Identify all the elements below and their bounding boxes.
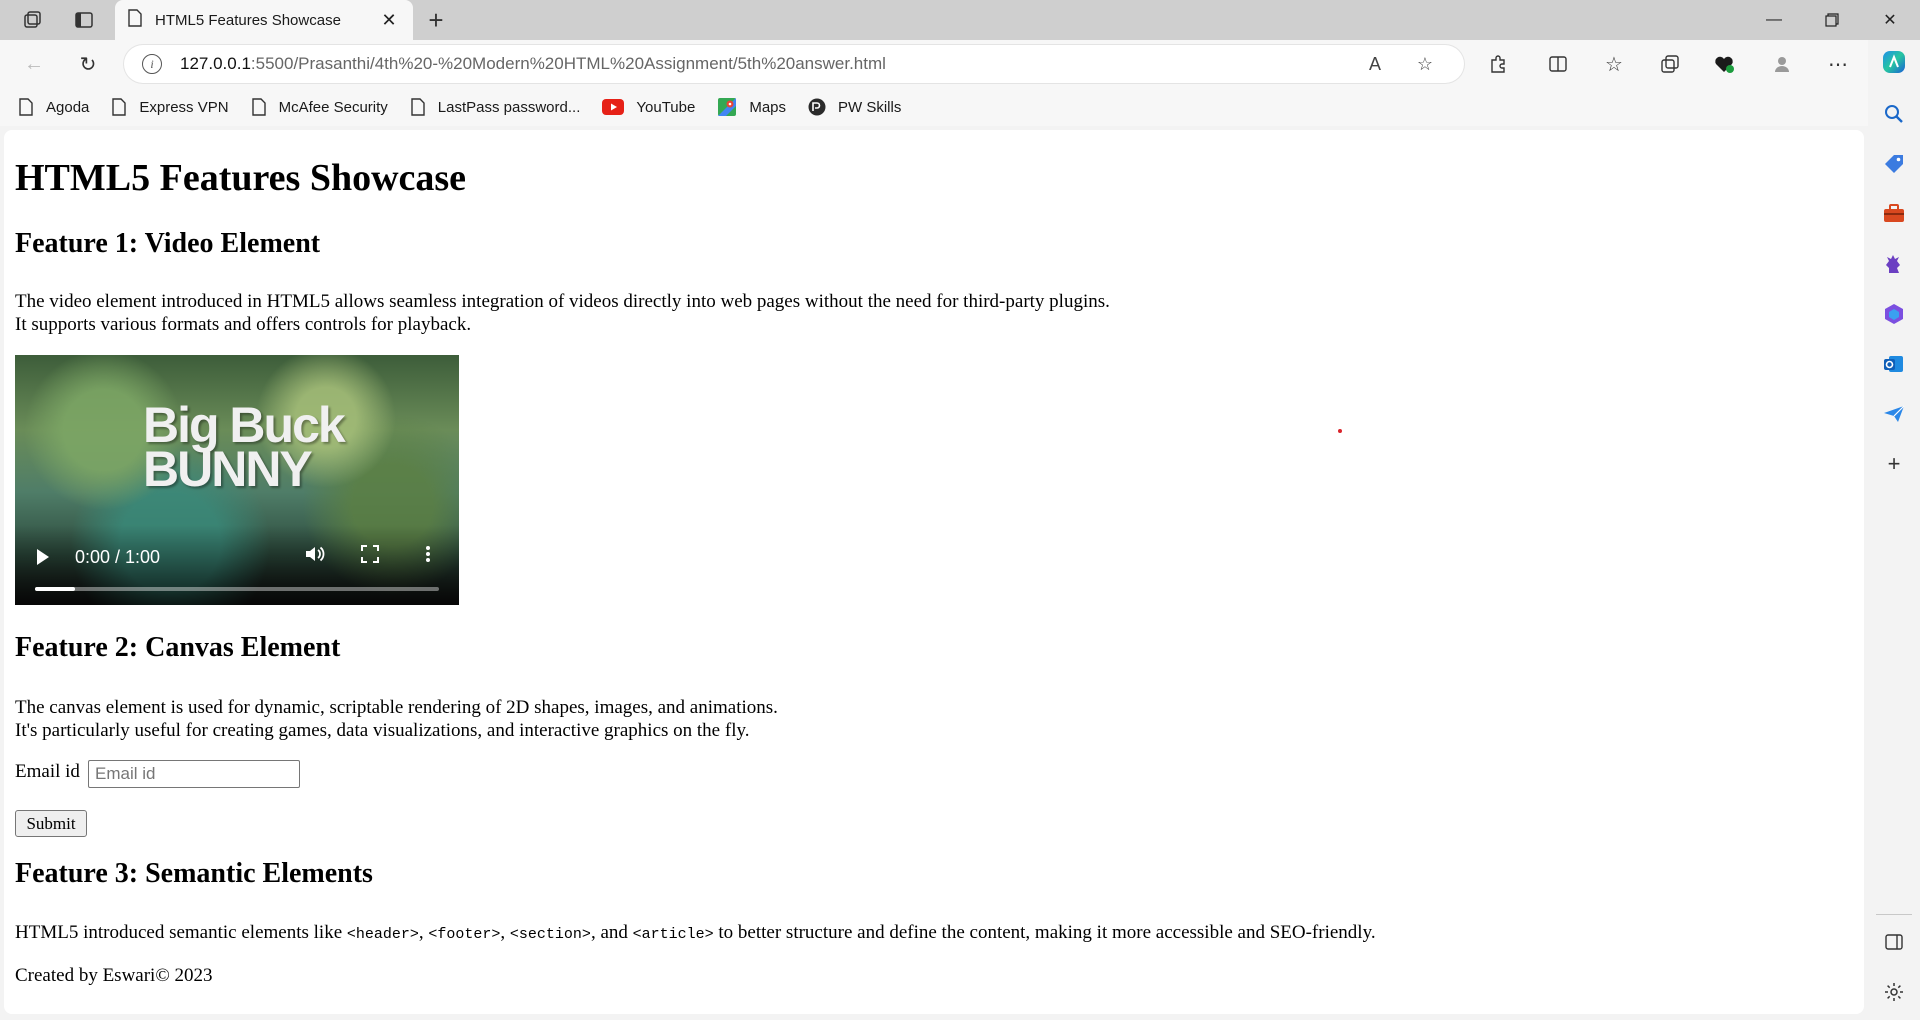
youtube-icon xyxy=(602,98,625,116)
tab-title: HTML5 Features Showcase xyxy=(155,11,341,29)
back-icon[interactable]: ← xyxy=(16,48,52,80)
split-screen-icon[interactable] xyxy=(1540,48,1576,80)
video-options-icon[interactable] xyxy=(425,545,431,568)
edge-sidebar: + xyxy=(1868,40,1920,1020)
vertical-tabs-icon[interactable] xyxy=(66,5,102,35)
fullscreen-icon[interactable] xyxy=(361,545,379,568)
copilot-icon[interactable] xyxy=(1878,46,1910,78)
bookmark-item[interactable]: YouTube xyxy=(602,98,695,116)
more-menu-icon[interactable]: ⋯ xyxy=(1820,48,1856,80)
profile-icon[interactable] xyxy=(1764,48,1800,80)
maps-icon xyxy=(717,98,737,116)
feature1-heading: Feature 1: Video Element xyxy=(15,228,321,259)
feature1-text-line2: It supports various formats and offers c… xyxy=(15,314,472,335)
address-url: 127.0.0.1:5500/Prasanthi/4th%20-%20Moder… xyxy=(180,54,886,73)
read-aloud-icon[interactable]: A xyxy=(1360,49,1390,79)
bookmark-label: Express VPN xyxy=(139,98,229,116)
bookmark-item[interactable]: Agoda xyxy=(18,98,89,116)
add-sidebar-app-icon[interactable]: + xyxy=(1878,448,1910,480)
bookmark-label: LastPass password... xyxy=(437,98,581,116)
page-viewport: HTML5 Features Showcase Feature 1: Video… xyxy=(4,130,1864,1014)
bookmark-label: Agoda xyxy=(46,98,90,116)
bookmark-label: McAfee Security xyxy=(278,98,388,116)
email-field[interactable] xyxy=(88,760,300,788)
play-icon[interactable] xyxy=(37,549,49,565)
shopping-tag-icon[interactable] xyxy=(1878,148,1910,180)
feature3-text: HTML5 introduced semantic elements like … xyxy=(15,922,1376,943)
new-tab-button[interactable]: + xyxy=(418,5,454,35)
video-controls: 0:00 / 1:00 xyxy=(15,525,459,605)
feature2-text-line2: It's particularly useful for creating ga… xyxy=(15,720,750,741)
page-icon xyxy=(251,98,267,116)
site-info-icon[interactable]: i xyxy=(142,54,162,74)
refresh-icon[interactable]: ↻ xyxy=(70,48,106,80)
page-icon xyxy=(410,98,426,116)
bookmark-label: YouTube xyxy=(636,98,696,116)
address-bar[interactable]: i 127.0.0.1:5500/Prasanthi/4th%20-%20Mod… xyxy=(124,45,1464,83)
microsoft-365-icon[interactable] xyxy=(1878,298,1910,330)
restore-icon[interactable] xyxy=(1803,0,1861,40)
favorites-icon[interactable]: ☆ xyxy=(1596,48,1632,80)
feature2-heading: Feature 2: Canvas Element xyxy=(15,632,341,663)
bookmark-item[interactable]: McAfee Security xyxy=(251,98,388,116)
pw-skills-icon xyxy=(808,98,826,116)
settings-gear-icon[interactable] xyxy=(1878,976,1910,1008)
feature1-text-line1: The video element introduced in HTML5 al… xyxy=(15,291,1110,312)
close-tab-icon[interactable]: ✕ xyxy=(377,8,401,32)
video-player[interactable]: Big Buck BUNNY 0:00 / 1:00 xyxy=(15,355,459,605)
favorite-star-icon[interactable]: ☆ xyxy=(1410,49,1440,79)
video-progress-bar[interactable] xyxy=(35,587,439,591)
drop-send-icon[interactable] xyxy=(1878,398,1910,430)
bookmark-item[interactable]: PW Skills xyxy=(808,98,901,116)
bookmark-item[interactable]: LastPass password... xyxy=(410,98,581,116)
extensions-icon[interactable] xyxy=(1480,48,1516,80)
workspaces-icon[interactable] xyxy=(14,5,50,35)
submit-button[interactable]: Submit xyxy=(15,810,87,837)
feature3-heading: Feature 3: Semantic Elements xyxy=(15,858,373,889)
page-title: HTML5 Features Showcase xyxy=(15,157,467,199)
footer-text: Created by Eswari© 2023 xyxy=(15,965,213,986)
bookmarks-bar: Agoda Express VPN McAfee Security LastPa… xyxy=(0,88,1920,126)
video-time: 0:00 / 1:00 xyxy=(75,547,161,567)
video-poster-title: Big Buck BUNNY xyxy=(143,397,346,497)
video-progress-fill xyxy=(35,587,76,591)
page-icon xyxy=(127,8,143,32)
browser-essentials-icon[interactable] xyxy=(1706,48,1742,80)
red-dot-marker xyxy=(1338,429,1342,433)
toolbar: ← ↻ i 127.0.0.1:5500/Prasanthi/4th%20-%2… xyxy=(0,40,1920,88)
sidebar-divider xyxy=(1876,914,1912,915)
email-label: Email id xyxy=(15,761,80,782)
minimize-icon[interactable]: — xyxy=(1745,0,1803,40)
outlook-icon[interactable] xyxy=(1878,348,1910,380)
page-icon xyxy=(18,98,34,116)
hide-sidebar-icon[interactable] xyxy=(1878,926,1910,958)
games-icon[interactable] xyxy=(1878,248,1910,280)
tools-briefcase-icon[interactable] xyxy=(1878,198,1910,230)
close-window-icon[interactable]: ✕ xyxy=(1861,0,1919,40)
feature2-text-line1: The canvas element is used for dynamic, … xyxy=(15,697,778,718)
tab-strip: HTML5 Features Showcase ✕ + — ✕ xyxy=(0,0,1920,40)
active-tab[interactable]: HTML5 Features Showcase ✕ xyxy=(115,0,413,40)
bookmark-item[interactable]: Maps xyxy=(717,98,786,116)
page-icon xyxy=(111,98,127,116)
collections-icon[interactable] xyxy=(1652,48,1688,80)
bookmark-label: Maps xyxy=(749,98,787,116)
volume-icon[interactable] xyxy=(303,543,325,570)
search-icon[interactable] xyxy=(1878,98,1910,130)
bookmark-item[interactable]: Express VPN xyxy=(111,98,229,116)
bookmark-label: PW Skills xyxy=(838,98,902,116)
